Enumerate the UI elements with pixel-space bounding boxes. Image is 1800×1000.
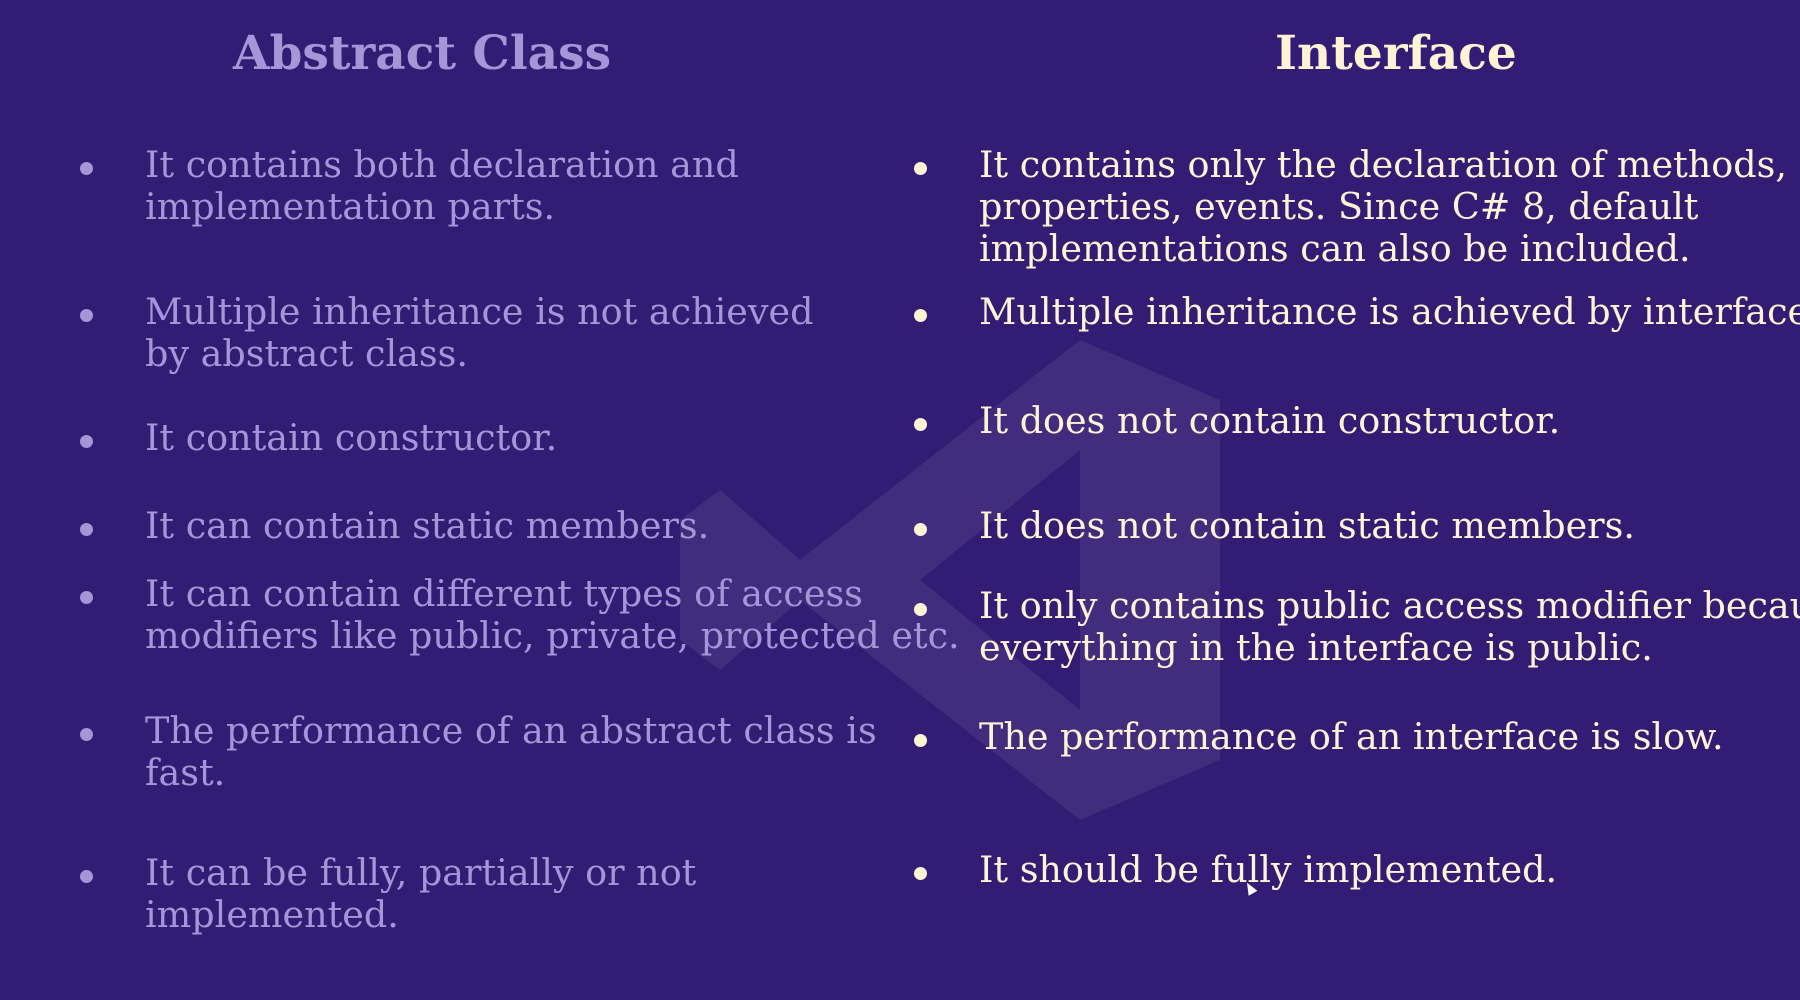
item-line: It does not contain static members.	[979, 504, 1635, 547]
item-line: everything in the interface is public.	[979, 626, 1653, 669]
item-line: It does not contain constructor.	[979, 399, 1561, 442]
abstract-item-static: It can contain static members.	[80, 504, 710, 547]
item-line: Multiple inheritance is achieved by inte…	[979, 290, 1800, 333]
abstract-item-implementation: It can be fully, partially or not implem…	[80, 851, 697, 936]
item-line: It contains only the declaration of meth…	[979, 143, 1787, 186]
item-line: implemented.	[145, 893, 399, 936]
bullet-icon	[914, 418, 927, 431]
interface-item-performance: The performance of an interface is slow.	[914, 715, 1724, 758]
item-line: fast.	[145, 751, 226, 794]
abstract-item-inheritance: Multiple inheritance is not achieved by …	[80, 290, 814, 375]
interface-heading: Interface	[1275, 26, 1517, 81]
abstract-item-declaration: It contains both declaration and impleme…	[80, 143, 739, 228]
bullet-icon	[914, 867, 927, 880]
item-line: It can be fully, partially or not	[145, 851, 697, 894]
item-line: implementations can also be included.	[979, 227, 1691, 270]
item-line: It can contain static members.	[145, 504, 710, 547]
item-line: Multiple inheritance is not achieved	[145, 290, 814, 333]
bullet-icon	[914, 309, 927, 322]
interface-item-implementation: It should be fully implemented.	[914, 848, 1558, 891]
interface-item-constructor: It does not contain constructor.	[914, 399, 1561, 442]
item-line: The performance of an abstract class is	[145, 709, 877, 752]
bullet-icon	[80, 523, 93, 536]
abstract-item-access-modifiers: It can contain different types of access…	[80, 572, 960, 657]
item-line: by abstract class.	[145, 332, 468, 375]
bullet-icon	[80, 728, 93, 741]
interface-item-static: It does not contain static members.	[914, 504, 1635, 547]
abstract-item-constructor: It contain constructor.	[80, 416, 558, 459]
bullet-icon	[80, 591, 93, 604]
item-line: It should be fully implemented.	[979, 848, 1558, 891]
abstract-class-heading: Abstract Class	[233, 26, 612, 81]
interface-item-inheritance: Multiple inheritance is achieved by inte…	[914, 290, 1800, 333]
bullet-icon	[914, 162, 927, 175]
bullet-icon	[914, 603, 927, 616]
item-line: The performance of an interface is slow.	[979, 715, 1724, 758]
bullet-icon	[80, 435, 93, 448]
item-line: It contains both declaration and	[145, 143, 739, 186]
item-line: properties, events. Since C# 8, default	[979, 185, 1699, 228]
interface-item-access-modifiers: It only contains public access modifier …	[914, 584, 1800, 669]
bullet-icon	[914, 734, 927, 747]
item-line: It only contains public access modifier …	[979, 584, 1800, 627]
abstract-item-performance: The performance of an abstract class is …	[80, 709, 877, 794]
bullet-icon	[80, 309, 93, 322]
item-line: modifiers like public, private, protecte…	[145, 614, 960, 657]
bullet-icon	[80, 870, 93, 883]
bullet-icon	[914, 523, 927, 536]
item-line: It can contain different types of access	[145, 572, 863, 615]
bullet-icon	[80, 162, 93, 175]
item-line: It contain constructor.	[145, 416, 558, 459]
interface-item-declaration: It contains only the declaration of meth…	[914, 143, 1787, 270]
item-line: implementation parts.	[145, 185, 556, 228]
